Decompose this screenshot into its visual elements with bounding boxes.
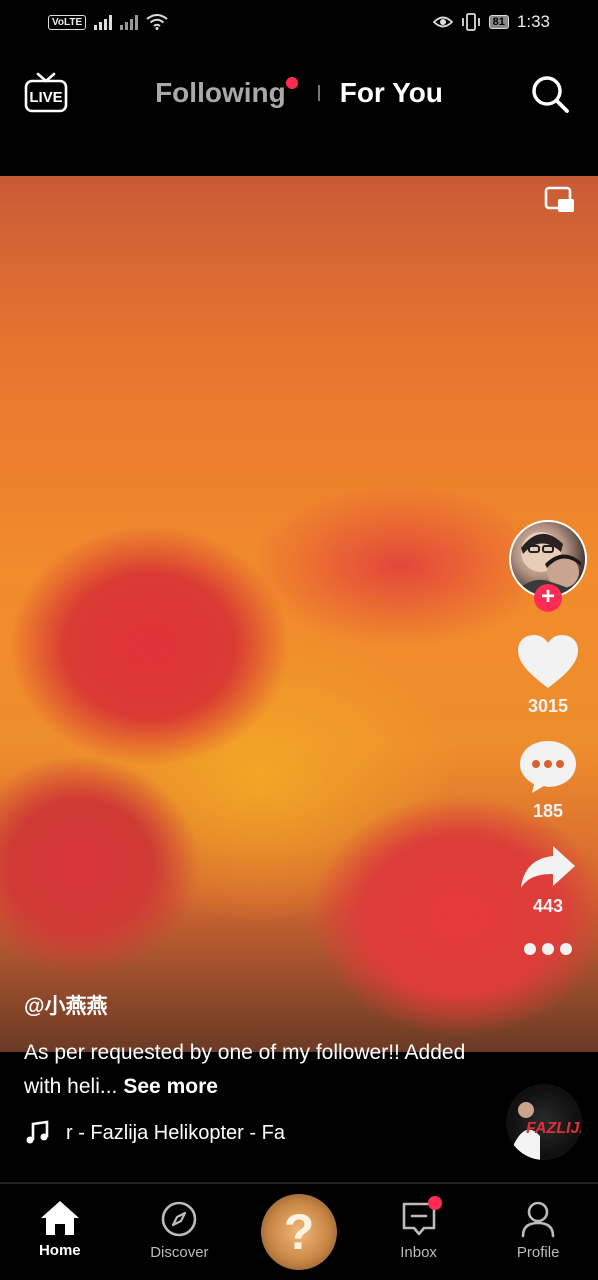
music-info[interactable]: r - Fazlija Helikopter - Fa	[24, 1120, 334, 1146]
battery-icon: 81	[488, 15, 509, 29]
live-button[interactable]: LIVE	[24, 72, 68, 114]
side-actions: + 3015 185 443	[508, 520, 588, 955]
nav-inbox[interactable]: Inbox	[364, 1184, 474, 1261]
tab-following[interactable]: Following	[155, 77, 298, 109]
top-nav: Following For You LIVE	[0, 60, 598, 126]
volte-icon: VoLTE	[48, 14, 87, 30]
search-icon[interactable]	[530, 74, 570, 114]
clock: 1:33	[516, 12, 550, 31]
eye-icon	[432, 16, 453, 28]
create-button[interactable]: ?	[260, 1194, 337, 1270]
bottom-nav: Home Discover ? Inbox Profile	[0, 1184, 598, 1280]
live-icon-label: LIVE	[29, 89, 62, 106]
signal-icon	[94, 14, 113, 30]
share-action[interactable]: 443	[519, 844, 577, 917]
disc-label: FAZLIJA	[526, 1120, 582, 1137]
description-text: As per requested by one of my follower!!…	[24, 1041, 466, 1098]
nav-discover[interactable]: Discover	[124, 1184, 234, 1261]
tab-for-you[interactable]: For You	[340, 77, 443, 109]
signal-2-icon	[120, 14, 139, 30]
share-icon	[521, 846, 575, 888]
heart-icon	[518, 635, 578, 688]
like-action[interactable]: 3015	[517, 634, 579, 717]
like-count: 3015	[527, 696, 569, 716]
compass-icon	[162, 1201, 197, 1237]
picture-in-picture-icon[interactable]	[544, 186, 576, 214]
music-title: r - Fazlija Helikopter - Fa	[66, 1121, 285, 1144]
more-options-icon[interactable]	[524, 943, 572, 955]
vibrate-icon	[461, 13, 480, 31]
home-icon	[40, 1201, 79, 1235]
comment-icon	[520, 741, 576, 793]
wifi-icon	[146, 14, 168, 30]
creator-username[interactable]: @小燕燕	[24, 990, 494, 1020]
feed-tabs: Following For You	[0, 60, 598, 126]
nav-create[interactable]: ?	[244, 1184, 354, 1270]
nav-home[interactable]: Home	[5, 1184, 115, 1259]
tab-following-label: Following	[155, 77, 286, 108]
music-note-icon	[26, 1120, 49, 1144]
status-right: 81 1:33	[432, 12, 550, 32]
video-caption: @小燕燕 As per requested by one of my follo…	[24, 990, 494, 1104]
nav-profile-label: Profile	[516, 1244, 560, 1261]
status-bar: VoLTE 81 1:33	[0, 0, 598, 44]
comment-count: 185	[532, 801, 564, 821]
see-more-link[interactable]: See more	[123, 1075, 218, 1098]
comment-action[interactable]: 185	[518, 739, 578, 822]
nav-discover-label: Discover	[150, 1244, 209, 1261]
nav-profile[interactable]: Profile	[483, 1184, 593, 1261]
music-disc[interactable]: FAZLIJA	[506, 1084, 582, 1160]
follow-button[interactable]: +	[534, 584, 562, 612]
inbox-notification-dot	[427, 1196, 442, 1210]
status-left: VoLTE	[48, 14, 168, 30]
nav-inbox-label: Inbox	[400, 1244, 437, 1261]
profile-icon	[521, 1201, 555, 1238]
nav-home-label: Home	[38, 1242, 81, 1259]
share-count: 443	[532, 896, 564, 916]
video-description: As per requested by one of my follower!!…	[24, 1036, 494, 1104]
tab-divider	[317, 85, 320, 101]
notification-dot	[285, 77, 298, 89]
